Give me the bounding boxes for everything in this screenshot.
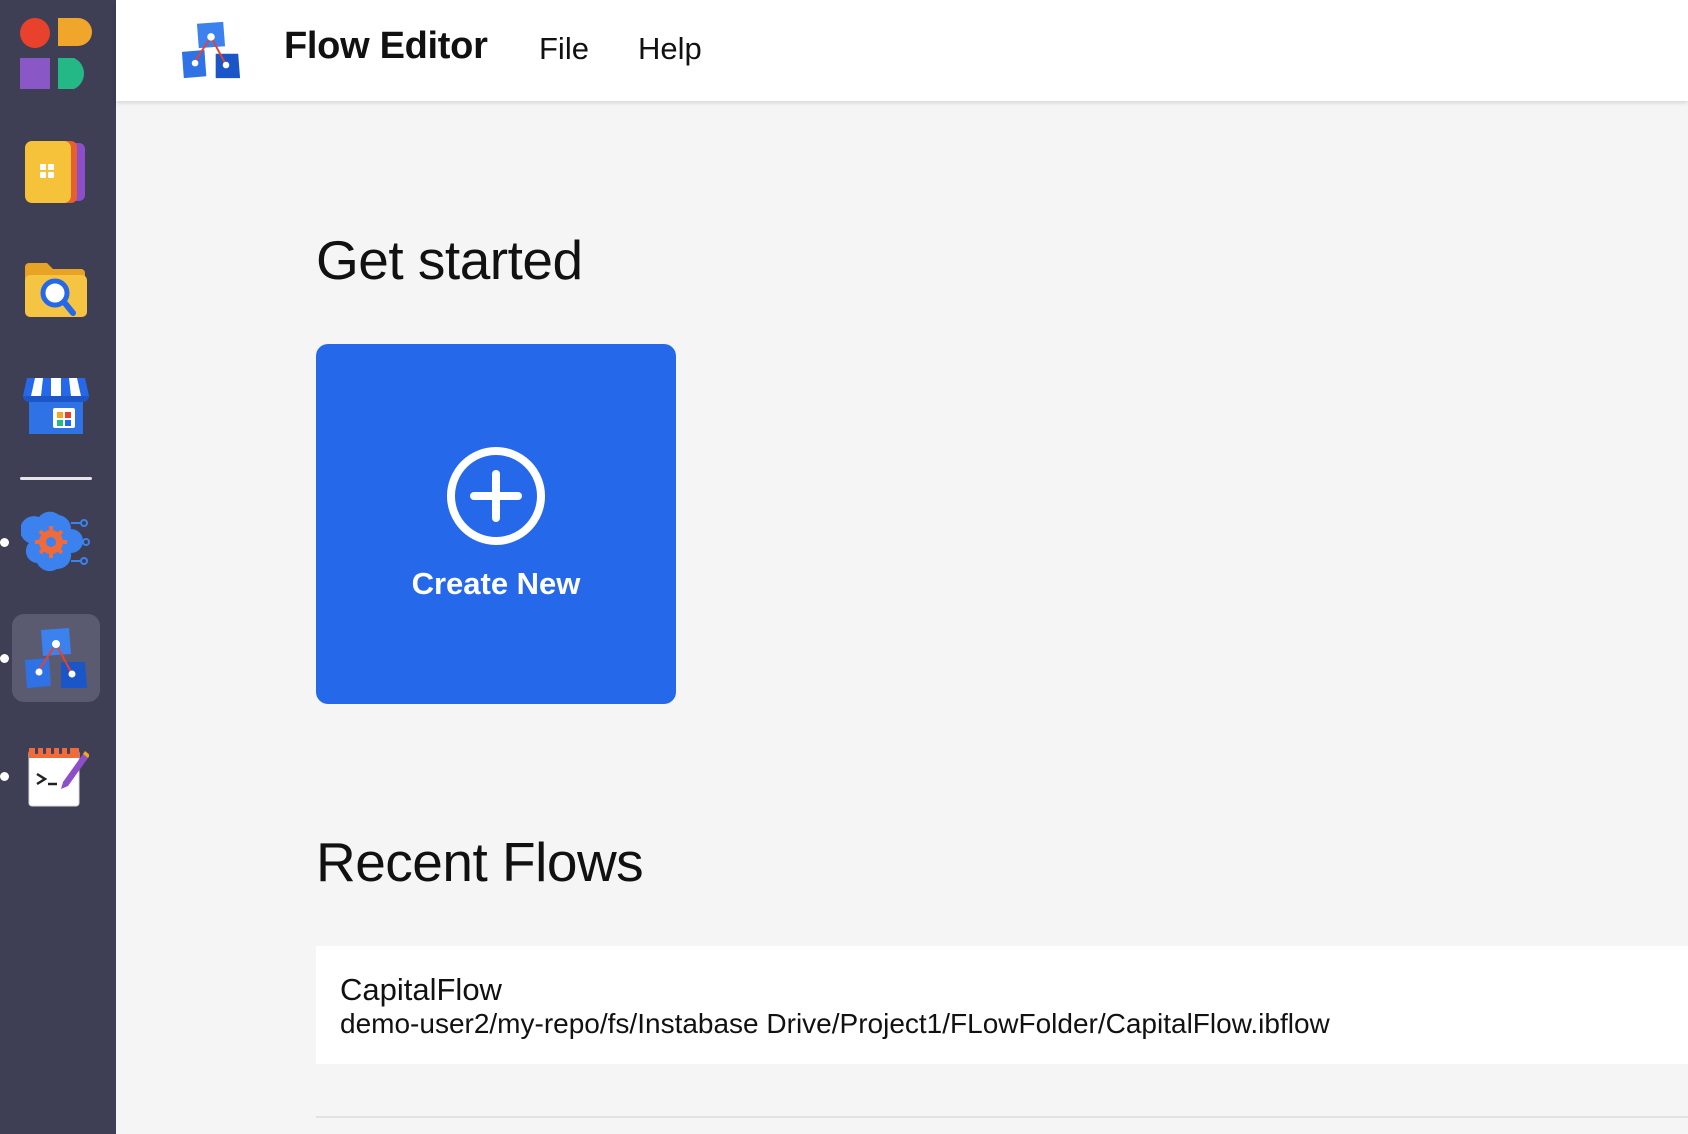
recent-flows-heading: Recent Flows [316, 831, 644, 893]
app-title: Flow Editor [284, 25, 488, 67]
list-divider [316, 1116, 1688, 1118]
running-indicator-dot [0, 772, 9, 781]
rail-item-marketplace[interactable] [12, 362, 100, 450]
file-explorer-icon [25, 263, 87, 317]
flow-editor-logo-icon [181, 21, 241, 79]
running-indicator-dot [0, 538, 9, 547]
app-header: Flow Editor File Help [116, 0, 1688, 101]
running-indicator-dot [0, 654, 9, 663]
solutions-hub-icon [25, 141, 85, 203]
rail-item-solutions[interactable] [12, 128, 100, 216]
ml-studio-icon [21, 511, 90, 572]
app-launcher-rail [0, 0, 116, 1134]
rail-divider [20, 477, 92, 480]
flow-path: demo-user2/my-repo/fs/Instabase Drive/Pr… [340, 1008, 1330, 1039]
create-new-button[interactable]: Create New [316, 344, 676, 704]
notebook-icon [28, 744, 89, 807]
app-grid-icon [20, 18, 92, 89]
flow-editor-icon [25, 628, 87, 688]
get-started-heading: Get started [316, 229, 583, 291]
rail-item-file-explorer[interactable] [12, 246, 100, 334]
flow-name: CapitalFlow [340, 972, 502, 1007]
marketplace-icon [23, 378, 89, 434]
rail-item-home[interactable] [12, 10, 100, 98]
menu-help[interactable]: Help [638, 31, 702, 67]
create-new-label: Create New [411, 566, 581, 601]
plus-circle-icon [447, 447, 545, 545]
recent-flow-item[interactable]: CapitalFlow demo-user2/my-repo/fs/Instab… [316, 946, 1688, 1064]
rail-item-flow-editor[interactable] [12, 614, 100, 702]
flow-editor-app: Flow Editor File Help Get started Create… [0, 0, 1688, 1134]
menu-file[interactable]: File [539, 31, 589, 67]
rail-item-notebook[interactable] [12, 732, 100, 820]
rail-item-ml-studio[interactable] [12, 498, 100, 586]
